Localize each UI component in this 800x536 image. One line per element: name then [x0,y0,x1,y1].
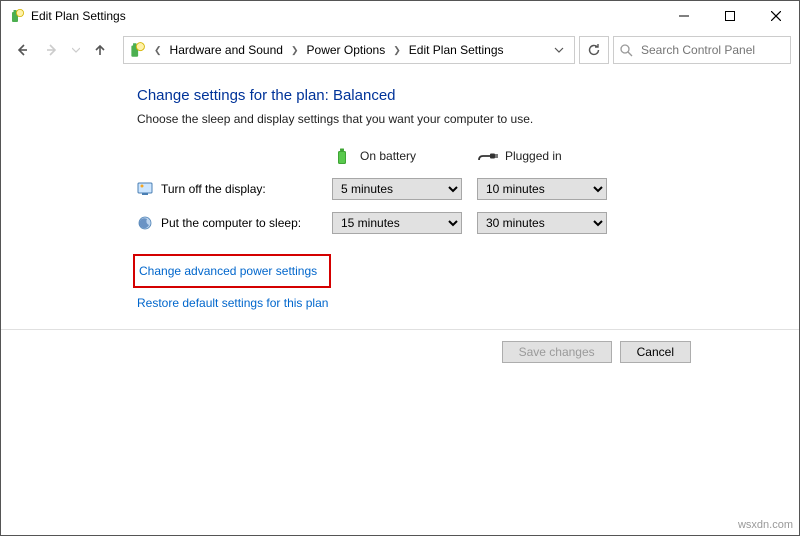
search-input[interactable] [639,42,798,58]
forward-button[interactable] [39,37,65,63]
sleep-battery-select[interactable]: 15 minutes [332,212,462,234]
display-plugged-select[interactable]: 10 minutes [477,178,607,200]
settings-grid: On battery Plugged in [137,146,763,234]
row-sleep-label: Put the computer to sleep: [161,216,301,230]
breadcrumb: ❮ Hardware and Sound ❯ Power Options ❯ E… [150,40,507,60]
links-section: Change advanced power settings Restore d… [137,254,763,310]
power-options-icon [9,8,25,24]
battery-icon [332,146,352,166]
search-box[interactable] [613,36,791,64]
chevron-right-icon[interactable]: ❯ [287,45,303,56]
plug-icon [477,146,497,166]
column-on-battery: On battery [332,146,477,166]
close-button[interactable] [753,1,799,31]
window-frame: Edit Plan Settings [0,0,800,536]
search-icon [620,44,633,57]
address-bar[interactable]: ❮ Hardware and Sound ❯ Power Options ❯ E… [123,36,575,64]
maximize-button[interactable] [707,1,753,31]
recent-dropdown[interactable] [69,37,83,63]
chevron-right-icon[interactable]: ❯ [389,45,405,56]
refresh-button[interactable] [579,36,609,64]
highlight-box: Change advanced power settings [133,254,331,288]
titlebar: Edit Plan Settings [1,1,799,31]
display-icon [137,181,153,197]
link-restore-defaults[interactable]: Restore default settings for this plan [137,296,328,310]
content-area: Change settings for the plan: Balanced C… [1,69,799,310]
column-plugged-in-label: Plugged in [505,149,562,163]
page-heading: Change settings for the plan: Balanced [137,87,763,104]
breadcrumb-hardware[interactable]: Hardware and Sound [167,40,286,60]
display-battery-select[interactable]: 5 minutes [332,178,462,200]
column-plugged-in: Plugged in [477,146,632,166]
navigation-bar: ❮ Hardware and Sound ❯ Power Options ❯ E… [1,31,799,69]
link-advanced-power-settings[interactable]: Change advanced power settings [139,264,317,278]
minimize-button[interactable] [661,1,707,31]
up-button[interactable] [87,37,113,63]
chevron-left-icon[interactable]: ❮ [150,45,166,56]
row-put-to-sleep: Put the computer to sleep: [137,215,332,231]
cancel-button[interactable]: Cancel [620,341,691,363]
page-subtext: Choose the sleep and display settings th… [137,112,763,126]
footer-bar: Save changes Cancel [1,329,799,373]
save-button[interactable]: Save changes [502,341,612,363]
sleep-plugged-select[interactable]: 30 minutes [477,212,607,234]
power-options-icon [128,41,146,59]
breadcrumb-power[interactable]: Power Options [304,40,389,60]
row-turn-off-display: Turn off the display: [137,181,332,197]
column-on-battery-label: On battery [360,149,416,163]
moon-icon [137,215,153,231]
window-title: Edit Plan Settings [31,9,126,23]
back-button[interactable] [9,37,35,63]
breadcrumb-edit[interactable]: Edit Plan Settings [406,40,507,60]
row-display-label: Turn off the display: [161,182,266,196]
address-dropdown[interactable] [548,45,570,55]
watermark: wsxdn.com [738,519,793,531]
